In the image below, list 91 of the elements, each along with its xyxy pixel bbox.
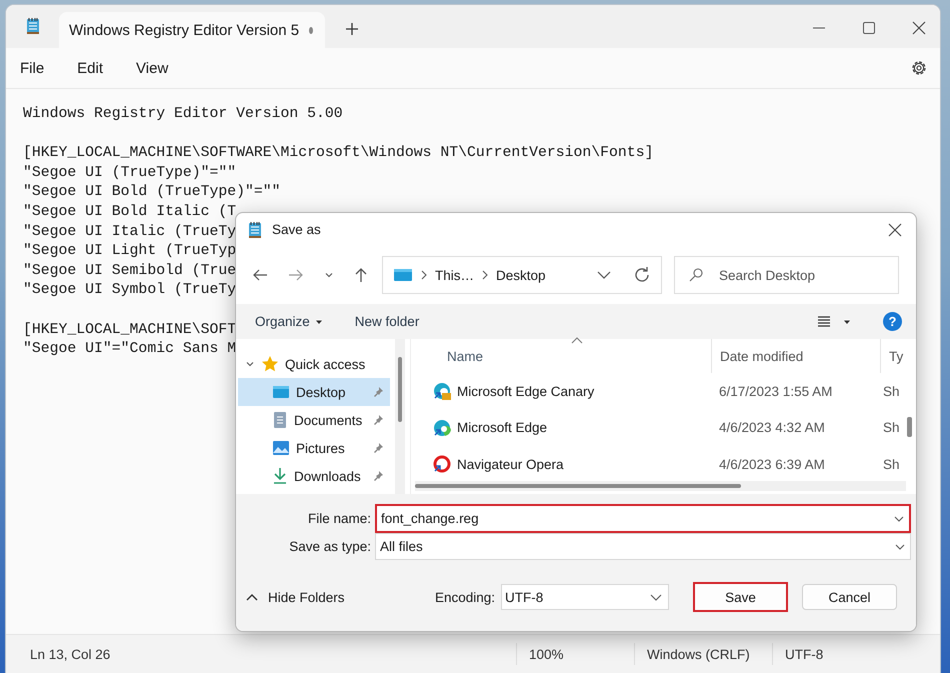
text-line: "Segoe UI Bold Italic (T [23, 202, 236, 222]
text-line: Windows Registry Editor Version 5.00 [23, 105, 343, 124]
list-view-icon [817, 316, 831, 328]
scrollbar-thumb[interactable] [398, 357, 402, 422]
file-type-dropdown[interactable]: All files [375, 533, 911, 560]
field-label: File name: [306, 511, 372, 526]
date-modified: 4/6/2023 4:32 AM [719, 420, 825, 436]
browser-icon [433, 382, 451, 400]
new-folder-button[interactable]: New folder [354, 314, 420, 329]
file-name[interactable]: Microsoft Edge [457, 420, 548, 436]
field-label: Encoding: [434, 590, 495, 604]
text-line: "Segoe UI Light (TrueTyp [23, 242, 236, 262]
picture-icon [272, 440, 290, 456]
cursor-position: Ln 13, Col 26 [29, 646, 112, 662]
desktop-icon [272, 384, 290, 400]
search-icon [689, 268, 703, 282]
encoding-label: UTF-8 [785, 646, 824, 662]
scrollbar-thumb[interactable] [415, 484, 741, 488]
text-line: [HKEY_LOCAL_MACHINE\SOFTWARE\Microsoft\Windows NT\CurrentVersion\Fonts] [23, 144, 654, 164]
column-header[interactable]: Ty [889, 348, 904, 364]
forward-icon[interactable] [288, 268, 304, 282]
dropdown-icon[interactable] [597, 270, 611, 280]
notepad-icon [26, 17, 40, 35]
sort-icon [571, 336, 583, 344]
encoding-dropdown[interactable]: UTF-8 [501, 584, 669, 610]
file-type: Sh [883, 420, 900, 436]
caret-icon [843, 318, 851, 326]
date-modified: 4/6/2023 6:39 AM [719, 456, 825, 472]
download-icon [272, 467, 288, 485]
menu-item[interactable]: File [20, 54, 58, 82]
dropdown-icon [650, 592, 662, 602]
file-name-field[interactable]: font_change.reg [375, 504, 911, 533]
settings-icon[interactable] [910, 59, 928, 77]
plus-icon[interactable] [345, 22, 359, 36]
document-icon [272, 411, 288, 429]
chevron-icon [421, 270, 427, 280]
desktop-icon [393, 267, 413, 283]
menu-item[interactable]: Edit [77, 54, 118, 82]
view-options-button[interactable] [817, 316, 851, 328]
breadcrumb[interactable]: This… [435, 268, 474, 282]
cancel-button[interactable]: Cancel [802, 584, 897, 610]
column-header[interactable]: Date modified [720, 348, 804, 364]
browser-icon [433, 418, 451, 437]
up-icon[interactable] [354, 267, 368, 283]
tab[interactable]: Windows Registry Editor Version 5 [59, 12, 325, 48]
breadcrumb[interactable]: Desktop [496, 268, 546, 282]
chevron-up-icon [246, 593, 258, 601]
text-line: "Segoe UI (TrueType)"="" [23, 164, 236, 183]
help-button[interactable]: ? [883, 312, 902, 331]
text-line: "Segoe UI Symbol (TrueTy [23, 281, 236, 300]
chevron-icon [482, 270, 488, 280]
line-ending: Windows (CRLF) [647, 646, 750, 662]
hide-folders-button[interactable]: Hide Folders [246, 590, 345, 604]
text-line: [HKEY_LOCAL_MACHINE\SOFT [23, 320, 236, 340]
tree-item[interactable]: Quick access [238, 350, 390, 378]
expand-icon[interactable] [245, 359, 255, 369]
dropdown-icon [894, 514, 904, 524]
save-button[interactable]: Save [693, 582, 788, 612]
file-name[interactable]: Navigateur Opera [457, 456, 564, 472]
organize-button[interactable]: Organize [255, 314, 323, 329]
column-header[interactable]: Name [433, 348, 484, 364]
address-bar[interactable]: This… Desktop [382, 256, 662, 294]
dialog-title: Save as [272, 222, 321, 237]
tree-item[interactable]: Downloads [238, 462, 390, 490]
back-icon[interactable] [252, 268, 268, 282]
tree-item[interactable]: Pictures [238, 434, 390, 462]
text-line: "Segoe UI"="Comic Sans M [23, 340, 236, 360]
star-icon [261, 355, 279, 373]
opera-icon [433, 455, 451, 474]
file-name[interactable]: Microsoft Edge Canary [457, 384, 594, 399]
field-label: Save as type: [288, 539, 372, 554]
refresh-icon[interactable] [633, 266, 651, 284]
text-line: "Segoe UI Bold (TrueType)"="" [23, 183, 281, 202]
recent-locations-icon[interactable] [324, 270, 334, 280]
dropdown-icon [895, 542, 905, 552]
caret-icon[interactable] [314, 318, 323, 326]
tree-item[interactable]: Desktop [238, 378, 390, 406]
text-line: "Segoe UI Italic (TrueTy [23, 222, 236, 242]
maximize-icon[interactable] [862, 20, 876, 34]
search-field[interactable]: Search Desktop [674, 256, 899, 294]
notepad-icon [248, 220, 262, 238]
tree-item[interactable]: Documents [238, 406, 390, 434]
date-modified: 6/17/2023 1:55 AM [719, 384, 832, 399]
close-icon[interactable] [912, 20, 926, 34]
menu-item[interactable]: View [136, 54, 182, 82]
zoom-level: 100% [529, 646, 564, 662]
file-type: Sh [883, 456, 900, 472]
close-icon[interactable] [888, 222, 902, 236]
scrollbar-thumb[interactable] [907, 417, 912, 437]
file-type: Sh [883, 384, 900, 399]
text-line: "Segoe UI Semibold (True [23, 262, 236, 281]
